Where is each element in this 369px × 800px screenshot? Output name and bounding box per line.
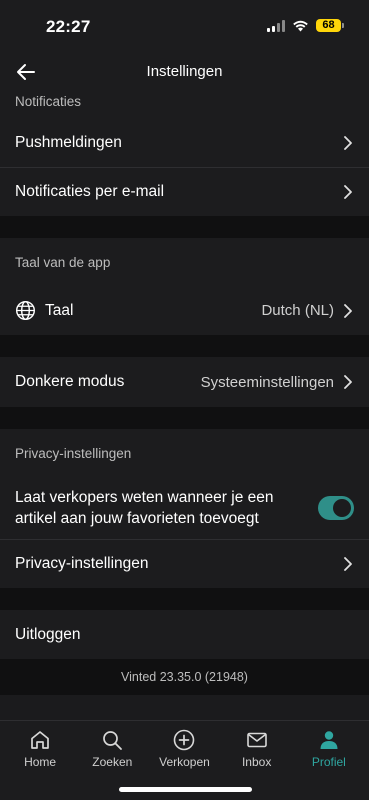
settings-list[interactable]: Notificaties Pushmeldingen Notificaties … [0, 92, 369, 720]
section-divider [0, 407, 369, 429]
privacy-settings-label: Privacy-instellingen [15, 555, 149, 572]
search-icon [103, 731, 123, 750]
tab-search-label: Zoeken [92, 755, 133, 769]
home-icon [31, 731, 49, 749]
mail-icon [246, 732, 267, 748]
privacy-settings-row[interactable]: Privacy-instellingen [0, 539, 369, 588]
toggle-knob [333, 499, 351, 517]
status-bar: 22:27 68 [0, 0, 369, 50]
tab-home[interactable]: Home [5, 728, 75, 769]
wifi-icon [293, 20, 308, 31]
chevron-right-icon [344, 135, 352, 150]
favorites-notify-toggle[interactable] [318, 496, 354, 520]
chevron-right-icon [344, 303, 352, 318]
globe-icon [16, 301, 35, 320]
battery-icon: 68 [316, 19, 344, 32]
tab-home-label: Home [24, 755, 57, 769]
logout-section: Uitloggen [0, 610, 369, 659]
section-header-notifications: Notificaties [15, 94, 82, 109]
push-notifications-label: Pushmeldingen [15, 133, 122, 151]
push-notifications-row[interactable]: Pushmeldingen [0, 118, 369, 167]
dark-mode-row[interactable]: Donkere modus Systeeminstellingen [0, 357, 369, 407]
language-label: Taal [45, 301, 74, 319]
dark-mode-label: Donkere modus [15, 373, 125, 390]
tab-profile[interactable]: Profiel [294, 728, 364, 769]
language-value: Dutch (NL) [261, 302, 334, 319]
section-divider [0, 588, 369, 610]
chevron-right-icon [344, 557, 352, 571]
tab-inbox[interactable]: Inbox [222, 728, 292, 769]
person-icon [320, 731, 338, 749]
dark-mode-section: Donkere modus Systeeminstellingen [0, 357, 369, 407]
language-row[interactable]: Taal Dutch (NL) [0, 286, 369, 335]
tab-sell[interactable]: Verkopen [149, 728, 219, 769]
home-indicator [119, 787, 252, 792]
tab-bar: Home Zoeken Verkopen Inbox Profiel [0, 720, 369, 800]
privacy-section: Privacy-instellingen Laat verkopers wete… [0, 429, 369, 588]
section-header-privacy: Privacy-instellingen [15, 445, 132, 461]
section-divider [0, 216, 369, 238]
signal-icon [267, 19, 285, 32]
tab-profile-label: Profiel [311, 755, 346, 769]
nav-header: Instellingen [0, 50, 369, 92]
tab-search[interactable]: Zoeken [77, 728, 147, 769]
status-icons: 68 [267, 19, 344, 32]
favorites-notify-row: Laat verkopers weten wanneer je een arti… [0, 477, 369, 539]
tab-inbox-label: Inbox [241, 755, 272, 769]
chevron-right-icon [344, 185, 352, 199]
section-divider [0, 335, 369, 357]
app-version: Vinted 23.35.0 (21948) [0, 659, 369, 695]
section-header-language: Taal van de app [15, 254, 111, 270]
logout-label: Uitloggen [15, 625, 81, 643]
email-notifications-label: Notificaties per e-mail [15, 183, 165, 200]
dark-mode-value: Systeeminstellingen [200, 373, 334, 391]
language-section: Taal van de app Taal Dutch (NL) [0, 238, 369, 335]
logout-button[interactable]: Uitloggen [0, 610, 369, 659]
chevron-right-icon [344, 375, 352, 389]
status-time: 22:27 [46, 17, 91, 36]
plus-circle-icon [174, 729, 195, 751]
tab-sell-label: Verkopen [159, 755, 210, 769]
email-notifications-row[interactable]: Notificaties per e-mail [0, 167, 369, 216]
page-title: Instellingen [146, 63, 223, 80]
notifications-section: Notificaties Pushmeldingen Notificaties … [0, 92, 369, 216]
favorites-notify-label: Laat verkopers weten wanneer je een arti… [15, 489, 274, 527]
